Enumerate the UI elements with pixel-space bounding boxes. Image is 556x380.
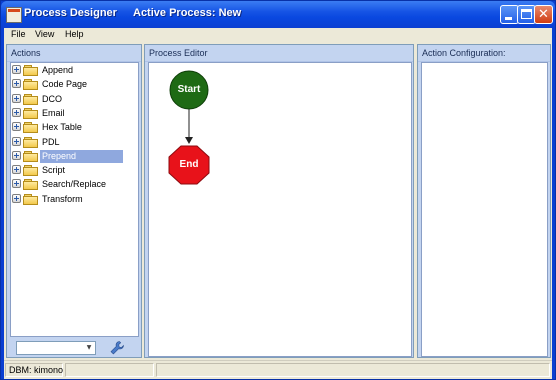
chevron-down-icon[interactable]: ▼	[84, 343, 94, 353]
tree-item-label: Search/Replace	[42, 179, 107, 190]
status-cell-2	[65, 363, 154, 377]
expand-icon[interactable]	[12, 122, 21, 132]
app-title: Process Designer	[24, 7, 117, 19]
title-bar[interactable]: Process Designer Active Process: New ✕	[1, 1, 555, 28]
process-canvas[interactable]: Start End	[148, 62, 412, 357]
folder-icon	[23, 107, 38, 119]
tree-item-label: DCO	[42, 93, 62, 104]
tree-item[interactable]: Script	[11, 164, 138, 177]
action-configuration-title: Action Configuration:	[422, 48, 506, 58]
minimize-icon	[505, 17, 512, 20]
action-configuration-body	[421, 62, 548, 357]
process-designer-window: Process Designer Active Process: New ✕ F…	[0, 0, 556, 380]
tree-item[interactable]: Prepend	[11, 149, 138, 163]
end-node-label: End	[179, 159, 199, 170]
tree-item[interactable]: PDL	[11, 136, 138, 149]
folder-icon	[23, 79, 38, 91]
tree-item-label: Code Page	[42, 79, 88, 90]
folder-icon	[23, 179, 38, 191]
expand-icon[interactable]	[12, 65, 21, 74]
folder-icon	[23, 150, 38, 162]
close-button[interactable]: ✕	[534, 5, 553, 24]
folder-icon	[23, 165, 38, 177]
status-dbm: DBM: kimono	[9, 365, 64, 375]
status-cell-3	[156, 363, 550, 377]
expand-icon[interactable]	[12, 136, 21, 146]
active-process-title: Active Process: New	[133, 7, 242, 19]
menu-file[interactable]: File	[11, 29, 26, 39]
tree-item-label: PDL	[42, 136, 60, 147]
tree-item[interactable]: Code Page	[11, 78, 138, 91]
tree-item-label: Hex Table	[42, 122, 82, 133]
folder-icon	[23, 122, 38, 134]
tree-item[interactable]: DCO	[11, 93, 138, 106]
status-bar: DBM: kimono	[4, 360, 552, 379]
connector-arrowhead	[185, 137, 193, 144]
tree-item-label: Transform	[42, 193, 83, 204]
folder-icon	[23, 193, 38, 205]
tree-item-label: Append	[42, 65, 74, 75]
client-area: File View Help Actions Append Code Page DC…	[4, 28, 552, 379]
menu-help[interactable]: Help	[65, 29, 84, 39]
action-configuration-header: Action Configuration:	[418, 45, 550, 62]
process-editor-title: Process Editor	[149, 48, 208, 58]
action-filter-combo[interactable]: ▼	[16, 341, 96, 355]
tree-item-label: Prepend	[40, 149, 123, 163]
expand-icon[interactable]	[12, 165, 21, 175]
folder-icon	[23, 136, 38, 148]
menu-view[interactable]: View	[35, 29, 54, 39]
flow-diagram	[168, 70, 210, 185]
expand-icon[interactable]	[12, 179, 21, 189]
actions-tree: Append Code Page DCO Email Hex Table PDL Prepe…	[10, 62, 139, 337]
actions-panel-header: Actions	[7, 45, 141, 62]
tree-item[interactable]: Hex Table	[11, 121, 138, 134]
action-configuration-panel: Action Configuration:	[417, 44, 551, 358]
process-editor-panel: Process Editor Start End	[144, 44, 414, 358]
expand-icon[interactable]	[12, 107, 21, 117]
app-icon	[6, 7, 22, 23]
actions-panel: Actions Append Code Page DCO Email Hex Table…	[6, 44, 142, 358]
menu-bar: File View Help	[4, 28, 552, 43]
tree-item[interactable]: Append	[11, 64, 138, 77]
folder-icon	[23, 93, 38, 105]
expand-icon[interactable]	[12, 93, 21, 103]
wrench-icon[interactable]	[109, 340, 125, 356]
process-editor-header: Process Editor	[145, 45, 413, 62]
folder-icon	[23, 65, 38, 76]
start-node-label: Start	[177, 84, 201, 95]
tree-item-label: Email	[42, 107, 65, 118]
status-cell-dbm: DBM: kimono	[5, 363, 63, 377]
expand-icon[interactable]	[12, 193, 21, 203]
expand-icon[interactable]	[12, 150, 21, 160]
tree-item[interactable]: Search/Replace	[11, 178, 138, 191]
actions-panel-title: Actions	[11, 48, 41, 58]
tree-item[interactable]: Email	[11, 107, 138, 120]
tree-item[interactable]: Transform	[11, 193, 138, 206]
tree-item-label: Script	[42, 165, 66, 176]
expand-icon[interactable]	[12, 79, 21, 89]
close-icon: ✕	[538, 7, 549, 22]
actions-toolbar: ▼	[10, 339, 139, 357]
maximize-icon	[521, 9, 532, 19]
